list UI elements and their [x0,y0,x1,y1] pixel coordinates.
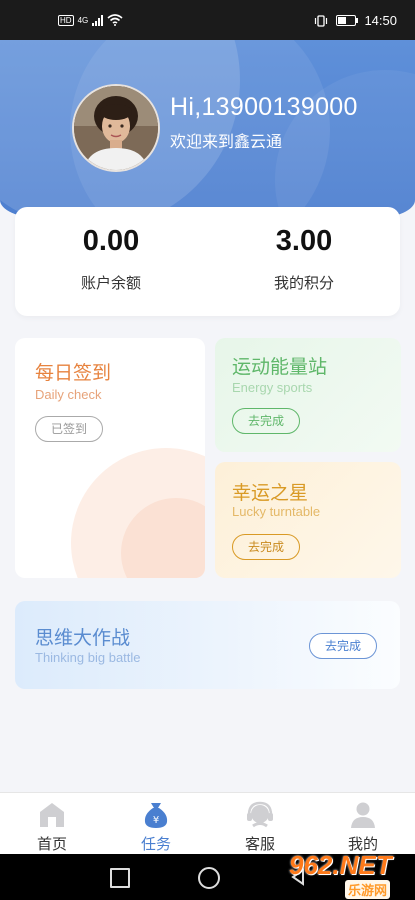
network-type: 4G [77,15,89,25]
checked-in-button[interactable]: 已签到 [35,416,103,442]
battery-icon [336,15,359,26]
daily-check-card[interactable]: 每日签到 Daily check 已签到 [15,338,205,578]
lucky-turntable-go-button[interactable]: 去完成 [232,534,300,560]
tab-profile[interactable]: 我的 [311,793,415,855]
points-value: 3.00 [275,225,333,257]
watermark-sub: 乐游网 [345,880,391,899]
clock: 14:50 [364,13,397,28]
daily-check-subtitle: Daily check [35,387,102,402]
user-greeting: Hi,13900139000 [170,93,358,121]
thinking-battle-go-button[interactable]: 去完成 [309,633,377,659]
vibrate-icon [315,14,328,27]
bottom-tab-bar: 首页 ¥ 任务 客服 我的 [0,792,415,855]
tab-tasks[interactable]: ¥ 任务 [104,793,208,855]
avatar-image [74,86,158,170]
battery-level [338,17,346,24]
wifi-icon [107,14,123,26]
daily-check-title: 每日签到 [35,362,112,384]
lucky-turntable-card[interactable]: 幸运之星 Lucky turntable 去完成 [215,462,401,578]
home-button[interactable] [198,867,220,889]
account-balance[interactable]: 0.00 账户余额 [15,225,207,293]
account-balance-value: 0.00 [82,225,140,257]
tab-customer-service[interactable]: 客服 [208,793,312,855]
signal-icon [92,14,104,26]
recent-apps-button[interactable] [110,868,130,888]
points-label: 我的积分 [273,274,334,292]
customer-service-icon [247,801,273,828]
balance-card: 0.00 账户余额 3.00 我的积分 [15,207,400,316]
status-left: HD 4G [58,14,123,26]
app-screen: HD 4G 14:50 Hi,13900139000 欢迎来到鑫云通 0.00 … [0,0,415,900]
svg-text:¥: ¥ [153,815,159,826]
my-points[interactable]: 3.00 我的积分 [208,225,400,293]
tab-tasks-label: 任务 [140,835,171,853]
avatar[interactable] [72,84,160,172]
money-bag-icon: ¥ [144,803,168,828]
energy-sports-go-button[interactable]: 去完成 [232,408,300,434]
status-right: 14:50 [314,13,397,28]
thinking-battle-title: 思维大作战 [35,627,131,649]
watermark-main: 962.NET [289,850,392,880]
energy-sports-subtitle: Energy sports [232,380,313,395]
thinking-battle-subtitle: Thinking big battle [35,650,141,665]
profile-header: Hi,13900139000 欢迎来到鑫云通 [0,40,415,218]
tab-home[interactable]: 首页 [0,793,104,855]
energy-sports-card[interactable]: 运动能量站 Energy sports 去完成 [215,338,401,452]
account-balance-label: 账户余额 [80,274,141,292]
lucky-turntable-title: 幸运之星 [232,482,309,504]
status-bar: HD 4G 14:50 [0,0,415,40]
profile-icon [351,802,375,828]
welcome-text: 欢迎来到鑫云通 [170,132,283,151]
lucky-turntable-subtitle: Lucky turntable [232,504,321,519]
energy-sports-title: 运动能量站 [232,356,328,378]
watermark-logo: 962.NET 乐游网 [281,850,409,899]
home-icon [40,803,64,827]
tab-home-label: 首页 [36,835,67,853]
hd-indicator: HD [58,14,74,26]
thinking-battle-card[interactable]: 思维大作战 Thinking big battle 去完成 [15,601,400,689]
